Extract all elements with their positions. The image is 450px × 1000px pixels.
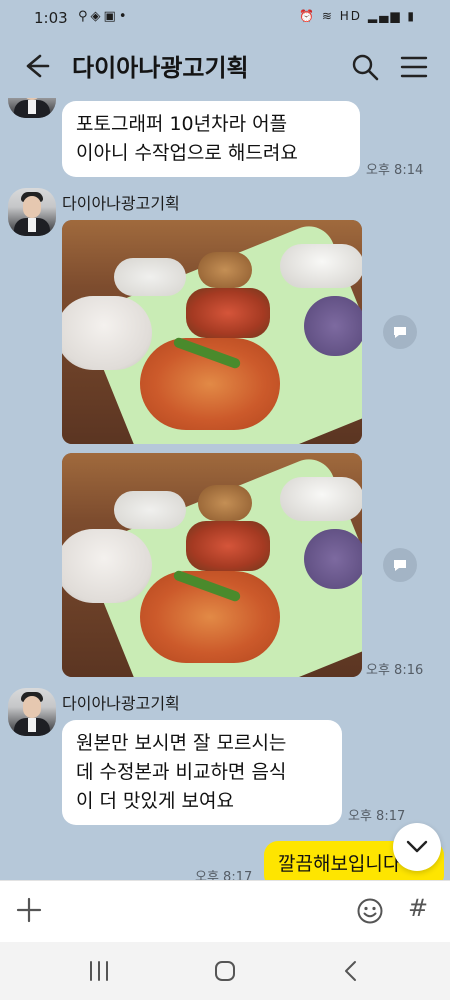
message-bubble[interactable]: 원본만 보시면 잘 모르시는 데 수정본과 비교하면 음식 이 더 맛있게 보여…: [62, 720, 342, 825]
emoji-icon[interactable]: [356, 897, 384, 925]
nav-back-icon[interactable]: [338, 959, 364, 983]
message-time: 오후 8:17: [348, 809, 406, 824]
sender-name: 다이아나광고기획: [62, 694, 180, 713]
back-arrow-icon[interactable]: [20, 50, 52, 82]
search-icon[interactable]: [350, 52, 380, 82]
plus-icon[interactable]: [14, 895, 44, 925]
pasta-meal-photo-1[interactable]: [62, 220, 362, 444]
sender-name: 다이아나광고기획: [62, 194, 180, 213]
status-time: 1:03: [34, 9, 68, 27]
scroll-down-button[interactable]: [393, 823, 441, 871]
avatar[interactable]: [8, 188, 56, 236]
battery-icon: ▮: [407, 9, 416, 23]
alarm-icon: ⏰: [299, 9, 317, 23]
dot-icon: •: [118, 9, 130, 24]
share-icon[interactable]: [383, 315, 417, 349]
hd-label: HD: [339, 9, 363, 23]
hamburger-menu-icon[interactable]: [398, 52, 430, 82]
signal-icon: ▂▄▆: [367, 9, 402, 23]
recent-apps-icon[interactable]: [86, 959, 112, 983]
status-right-icons: ⏰ ≋ HD ▂▄▆ ▮: [299, 9, 416, 23]
message-time: 오후 8:14: [366, 163, 424, 178]
instagram-icon: ▣: [103, 9, 119, 24]
chat-area[interactable]: 포토그래퍼 10년차라 어플 이아니 수작업으로 해드려요 오후 8:14 다이…: [0, 98, 450, 880]
share-icon[interactable]: [383, 548, 417, 582]
shield-icon: ◈: [90, 9, 104, 24]
location-pin-icon: ⚲: [78, 9, 91, 24]
avatar[interactable]: [8, 688, 56, 736]
avatar[interactable]: [8, 98, 56, 118]
hash-icon[interactable]: #: [408, 894, 428, 922]
status-left-icons: ⚲◈▣•: [78, 9, 130, 24]
chat-header: 다이아나광고기획: [0, 36, 450, 98]
wifi-icon: ≋: [321, 9, 334, 23]
pasta-meal-photo-2[interactable]: [62, 453, 362, 677]
status-bar: 1:03 ⚲◈▣• ⏰ ≋ HD ▂▄▆ ▮: [0, 0, 450, 36]
message-bubble[interactable]: 포토그래퍼 10년차라 어플 이아니 수작업으로 해드려요: [62, 101, 360, 177]
system-nav-bar: [0, 942, 450, 1000]
message-time: 오후 8:16: [366, 663, 424, 678]
chat-title: 다이아나광고기획: [72, 54, 249, 82]
home-icon[interactable]: [212, 959, 238, 983]
message-input[interactable]: [60, 891, 344, 933]
message-time: 오후 8:17: [195, 870, 253, 880]
message-composer: #: [0, 880, 450, 943]
